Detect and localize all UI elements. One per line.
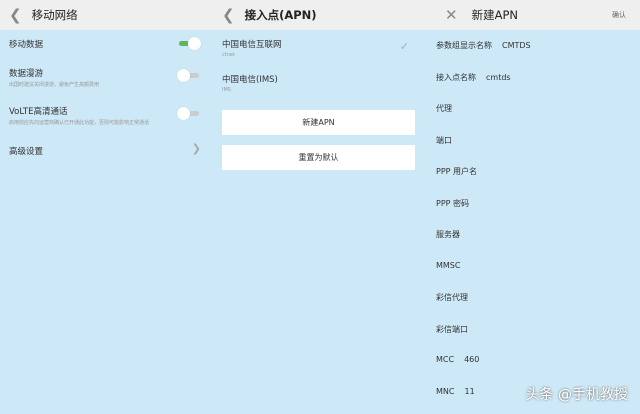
mobile-data-row[interactable]: 移动数据: [9, 37, 201, 50]
reset-default-button[interactable]: 重置为默认: [222, 145, 415, 170]
apn-name: 中国电信互联网: [222, 40, 282, 50]
field-label: PPP 用户名: [436, 167, 478, 176]
apn-field[interactable]: 参数组显示名称 CMTDS: [436, 40, 531, 51]
field-label: 端口: [436, 135, 452, 145]
title: 移动网络: [31, 8, 78, 22]
label: 移动数据: [9, 40, 44, 50]
field-value[interactable]: CMTDS: [502, 41, 531, 50]
apn-sub: ctnet: [222, 52, 235, 58]
advanced-row[interactable]: 高级设置 ❯: [9, 142, 201, 157]
volte-toggle[interactable]: [177, 107, 201, 120]
field-label: 代理: [436, 104, 452, 113]
apn-field[interactable]: MMSC: [436, 261, 460, 270]
mobile-data-toggle[interactable]: [177, 37, 201, 50]
label: 高级设置: [9, 147, 44, 157]
chevron-right-icon: ❯: [191, 142, 201, 155]
field-label: PPP 密码: [436, 198, 470, 208]
desc: 出国时建议关闭漫游，避免产生高额费用: [9, 82, 100, 88]
field-label: MNC: [436, 386, 455, 396]
header: ❮ 移动网络: [0, 0, 213, 30]
new-apn-panel: ✕ 新建APN 确认 参数组显示名称 CMTDS 接入点名称 cmtds 代理端口 PPP 用…: [425, 0, 640, 414]
title: 接入点(APN): [244, 8, 317, 22]
apn-item[interactable]: 中国电信(IMS) IMS: [222, 73, 413, 93]
apn-name: 中国电信(IMS): [222, 75, 278, 85]
label: 数据漫游: [9, 69, 44, 79]
apn-field[interactable]: PPP 密码: [436, 198, 469, 209]
field-value[interactable]: 11: [464, 387, 474, 396]
field-label: MCC: [436, 355, 455, 364]
apn-field[interactable]: 端口: [436, 135, 452, 146]
new-apn-button[interactable]: 新建APN: [222, 110, 415, 135]
back-icon[interactable]: ❮: [9, 6, 22, 24]
field-value[interactable]: 460: [464, 355, 479, 364]
title: 新建APN: [471, 8, 518, 22]
volte-row[interactable]: VoLTE高清通话启用前应先向运营商确认已开通此功能，否则可能影响正常通话: [9, 105, 201, 126]
watermark: 头条 @手机教授: [525, 387, 628, 403]
header: ✕ 新建APN 确认: [425, 0, 640, 30]
confirm-button[interactable]: 确认: [612, 10, 626, 20]
close-icon[interactable]: ✕: [445, 6, 458, 24]
check-icon: ✓: [399, 40, 409, 53]
header: ❮ 接入点(APN): [213, 0, 425, 30]
apn-sub: IMS: [222, 87, 231, 93]
back-icon[interactable]: ❮: [222, 6, 235, 24]
apn-field[interactable]: 接入点名称 cmtds: [436, 72, 511, 83]
label: VoLTE高清通话: [9, 107, 68, 117]
field-label: 彩信代理: [436, 293, 468, 302]
field-label: 接入点名称: [436, 72, 476, 82]
field-label: 彩信端口: [436, 324, 468, 334]
apn-field[interactable]: 服务器: [436, 229, 460, 240]
field-value[interactable]: cmtds: [486, 73, 511, 82]
mobile-network-panel: ❮ 移动网络 移动数据 数据漫游出国时建议关闭漫游，避免产生高额费用 VoLTE高…: [0, 0, 213, 414]
apn-panel: ❮ 接入点(APN) 中国电信互联网 ctnet ✓ 中国电信(IMS) IMS 新建A…: [213, 0, 425, 414]
field-label: 服务器: [436, 230, 460, 239]
roaming-toggle[interactable]: [177, 69, 201, 82]
apn-field[interactable]: PPP 用户名: [436, 166, 477, 177]
apn-field[interactable]: 代理: [436, 103, 452, 114]
apn-field[interactable]: MCC 460: [436, 355, 479, 364]
apn-item[interactable]: 中国电信互联网 ctnet ✓: [222, 38, 413, 58]
roaming-row[interactable]: 数据漫游出国时建议关闭漫游，避免产生高额费用: [9, 67, 201, 88]
field-label: 参数组显示名称: [436, 41, 492, 50]
desc: 启用前应先向运营商确认已开通此功能，否则可能影响正常通话: [9, 120, 150, 126]
field-label: MMSC: [436, 260, 461, 270]
apn-field[interactable]: 彩信代理: [436, 292, 468, 303]
apn-field[interactable]: 彩信端口: [436, 324, 468, 335]
apn-field[interactable]: MNC 11: [436, 387, 475, 396]
